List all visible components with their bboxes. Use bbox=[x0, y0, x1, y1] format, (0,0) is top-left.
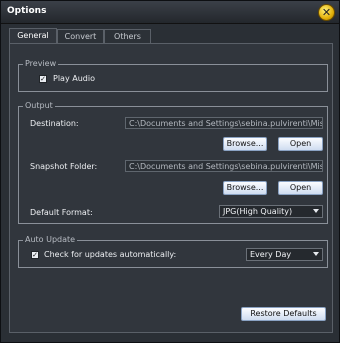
snapshot-open-button[interactable]: Open bbox=[278, 181, 323, 195]
destination-label: Destination: bbox=[30, 119, 79, 128]
title-bar[interactable]: Options ✕ bbox=[1, 1, 339, 24]
options-window: Options ✕ General Convert Others Preview… bbox=[0, 0, 340, 343]
destination-input[interactable]: C:\Documents and Settings\sebina.pulvire… bbox=[125, 117, 323, 129]
play-audio-checkbox[interactable]: ✓ bbox=[39, 75, 47, 83]
window-title: Options bbox=[7, 6, 47, 16]
snapshot-folder-label: Snapshot Folder: bbox=[30, 162, 98, 171]
tab-others[interactable]: Others bbox=[104, 29, 151, 43]
update-frequency-value: Every Day bbox=[250, 250, 292, 259]
preview-legend: Preview bbox=[23, 59, 59, 68]
general-panel: Preview ✓ Play Audio Output Destination:… bbox=[9, 43, 333, 333]
destination-browse-button[interactable]: Browse... bbox=[223, 137, 267, 151]
destination-open-button[interactable]: Open bbox=[278, 137, 323, 151]
close-icon[interactable]: ✕ bbox=[318, 4, 335, 21]
default-format-select[interactable]: JPG(High Quality) bbox=[219, 205, 323, 218]
chevron-down-icon bbox=[313, 252, 319, 256]
default-format-value: JPG(High Quality) bbox=[223, 207, 293, 216]
snapshot-browse-button[interactable]: Browse... bbox=[223, 181, 267, 195]
tab-convert[interactable]: Convert bbox=[57, 29, 104, 43]
check-updates-label: Check for updates automatically: bbox=[44, 250, 177, 259]
tab-general[interactable]: General bbox=[9, 28, 57, 44]
chevron-down-icon bbox=[313, 209, 319, 213]
snapshot-folder-input[interactable]: C:\Documents and Settings\sebina.pulvire… bbox=[125, 160, 323, 172]
auto-update-group: Auto Update ✓ Check for updates automati… bbox=[18, 235, 328, 268]
output-legend: Output bbox=[23, 101, 55, 110]
play-audio-label: Play Audio bbox=[53, 74, 95, 83]
output-group: Output Destination: C:\Documents and Set… bbox=[18, 101, 328, 224]
auto-update-legend: Auto Update bbox=[23, 235, 78, 244]
preview-group: Preview ✓ Play Audio bbox=[18, 59, 328, 92]
update-frequency-select[interactable]: Every Day bbox=[246, 248, 323, 261]
restore-defaults-button[interactable]: Restore Defaults bbox=[241, 307, 326, 321]
default-format-label: Default Format: bbox=[30, 208, 93, 217]
check-updates-checkbox[interactable]: ✓ bbox=[31, 251, 39, 259]
